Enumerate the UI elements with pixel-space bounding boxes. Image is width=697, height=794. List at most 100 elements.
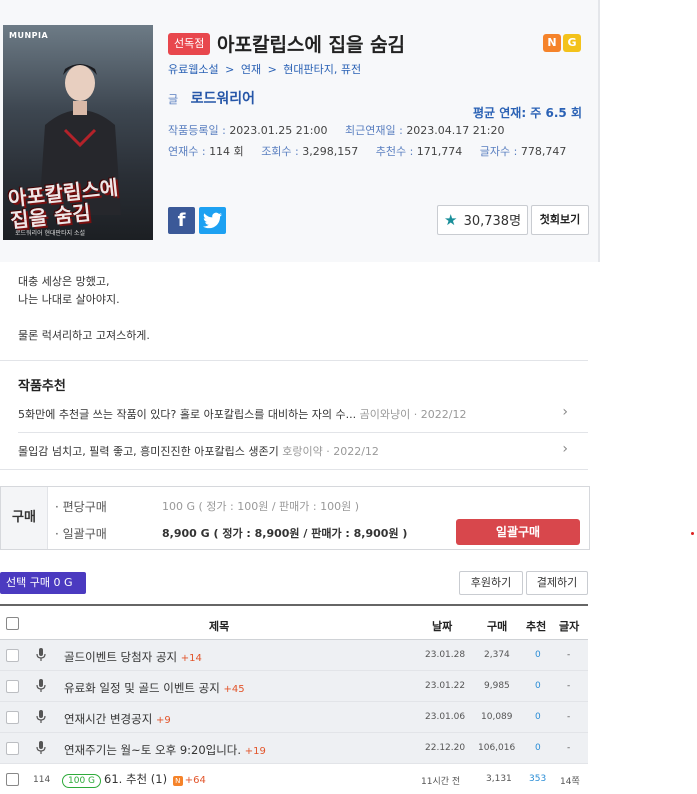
notice-title[interactable]: 연재주기는 월~토 오후 9:20입니다. +19 [64,742,266,758]
favorite-count: 30,738명 [463,214,522,229]
twitter-share-icon[interactable] [199,207,226,234]
support-button[interactable]: 후원하기 [459,571,523,595]
bulk-label: · 일괄구매 [55,527,107,541]
row-chars: - [567,743,571,753]
work-title: 아포칼립스에 집을 숨김 [217,34,406,56]
average-serial-rate: 평균 연재: 주 6.5 회 [472,106,582,120]
recommendation-text: 몰입감 넘치고, 필력 좋고, 흥미진진한 아포칼립스 생존기 [18,445,279,458]
breadcrumb-paid-novel[interactable]: 유료웹소설 [168,63,219,76]
favorite-button[interactable]: ★ 30,738명 [437,205,528,235]
cover-title: 아포칼립스에 집을 숨김 [6,175,120,233]
recommendation-author: 곰이와냥이 · 2022/12 [359,408,467,421]
star-icon: ★ [444,211,458,229]
row-checkbox[interactable] [6,711,19,724]
row-buy: 10,089 [481,712,513,722]
row-recommend: 353 [529,774,547,784]
row-chars: - [567,650,571,660]
episode-count-label: 연재수 : [168,145,206,158]
facebook-share-icon[interactable]: f [168,207,195,234]
recommendation-item[interactable]: 몰입감 넘치고, 필력 좋고, 흥미진진한 아포칼립스 생존기 호랑이약 · 2… [18,441,578,459]
gold-badge: G [563,34,581,52]
author-link[interactable]: 로드워리어 [191,91,255,107]
view-count-label: 조회수 : [261,145,299,158]
notice-title[interactable]: 골드이벤트 당첨자 공지 +14 [64,649,202,665]
episode-title[interactable]: 100 G 61. 추천 (1) N +64 [62,771,206,788]
status-badges: N G [543,34,581,52]
recommend-count-value: 171,774 [416,145,463,158]
last-update-value: 2023.04.17 21:20 [406,124,505,137]
row-checkbox[interactable] [6,649,19,662]
episode-count-value: 114 회 [209,145,244,158]
description-line: 대충 세상은 망했고, [18,275,110,288]
char-count-value: 778,747 [520,145,567,158]
notice-title[interactable]: 연재시간 변경공지 +9 [64,711,171,727]
microphone-icon [36,648,46,661]
row-recommend: 0 [535,743,541,753]
work-description: 대충 세상은 망했고, 나는 나대로 살아야지. 물론 럭셔리하고 고져스하게. [18,273,150,345]
char-count-label: 글자수 : [479,145,518,158]
row-buy: 2,374 [484,650,510,660]
stats-row: 연재수 : 114 회 조회수 : 3,298,157 추천수 : 171,77… [168,143,580,159]
recommendation-item[interactable]: 5화만에 추천글 쓰는 작품이 있다? 홀로 아포칼립스를 대비하는 자의 수.… [18,404,578,422]
work-info-panel: MUNPIA 아포칼립스에 집을 숨김 로드워리어 현대판타지 소설 선독점 아… [0,0,600,262]
description-line: 나는 나대로 살아야지. [18,293,120,306]
microphone-icon [36,710,46,723]
row-chars: - [567,681,571,691]
recommendation-text: 5화만에 추천글 쓰는 작품이 있다? 홀로 아포칼립스를 대비하는 자의 수.… [18,408,357,421]
row-recommend: 0 [535,712,541,722]
per-episode-price: 100 G ( 정가 : 100원 / 판매가 : 100원 ) [162,500,360,513]
notice-title[interactable]: 유료화 일정 및 골드 이벤트 공지 +45 [64,680,245,696]
header-chars: 글자 [559,620,580,633]
notice-row[interactable]: 유료화 일정 및 골드 이벤트 공지 +45 23.01.22 9,985 0 … [0,671,588,702]
notice-row[interactable]: 골드이벤트 당첨자 공지 +14 23.01.28 2,374 0 - [0,640,588,671]
row-checkbox[interactable] [6,742,19,755]
row-date: 23.01.28 [425,650,466,660]
row-recommend: 0 [535,650,541,660]
price-pill: 100 G [62,774,102,788]
divider [0,469,588,470]
new-badge: N [543,34,561,52]
divider [18,432,588,433]
pay-button[interactable]: 결제하기 [526,571,588,595]
row-date: 23.01.22 [425,681,466,691]
recommendation-author: 호랑이약 · 2022/12 [282,445,379,458]
breadcrumb-serial[interactable]: 연재 [241,63,261,76]
breadcrumb-genre[interactable]: 현대판타지, 퓨전 [283,63,361,76]
red-dot-marker [691,532,694,535]
row-recommend: 0 [535,681,541,691]
header-title: 제목 [209,620,230,633]
dates-row: 작품등록일 : 2023.01.25 21:00 최근연재일 : 2023.04… [168,122,519,138]
select-purchase-button[interactable]: 선택 구매 0 G [0,572,86,594]
chevron-right-icon: › [562,404,568,420]
registered-value: 2023.01.25 21:00 [229,124,328,137]
notice-row[interactable]: 연재시간 변경공지 +9 23.01.06 10,089 0 - [0,702,588,733]
header-date: 날짜 [432,620,453,633]
episode-table-header: 제목 날짜 구매 추천 글자 [0,604,588,640]
exclusive-badge: 선독점 [168,33,211,55]
header-buy: 구매 [487,620,508,633]
per-episode-label: · 편당구매 [55,500,107,514]
row-chars: 14쪽 [560,777,580,787]
episode-number: 114 [33,775,51,785]
divider [0,360,588,361]
recommend-count-label: 추천수 : [375,145,414,158]
row-checkbox[interactable] [6,773,19,786]
row-date: 11시간 전 [421,777,461,787]
row-buy: 106,016 [478,743,516,753]
microphone-icon [36,679,46,692]
breadcrumb-separator: > [267,63,277,76]
row-checkbox[interactable] [6,680,19,693]
purchase-label: 구매 [1,487,48,549]
first-episode-button[interactable]: 첫회보기 [531,205,589,235]
episode-row[interactable]: 114 100 G 61. 추천 (1) N +64 11시간 전 3,131 35… [0,764,588,794]
description-line [18,309,150,327]
select-all-checkbox[interactable] [6,617,19,630]
view-count-value: 3,298,157 [302,145,359,158]
per-episode-row: · 편당구매 100 G ( 정가 : 100원 / 판매가 : 100원 ) [55,498,359,515]
cover-image[interactable]: MUNPIA 아포칼립스에 집을 숨김 로드워리어 현대판타지 소설 [3,25,153,240]
row-buy: 9,985 [484,681,510,691]
notice-row[interactable]: 연재주기는 월~토 오후 9:20입니다. +19 22.12.20 106,0… [0,733,588,764]
bulk-purchase-button[interactable]: 일괄구매 [456,519,580,545]
header-recommend: 추천 [526,620,547,633]
new-icon: N [172,776,183,786]
